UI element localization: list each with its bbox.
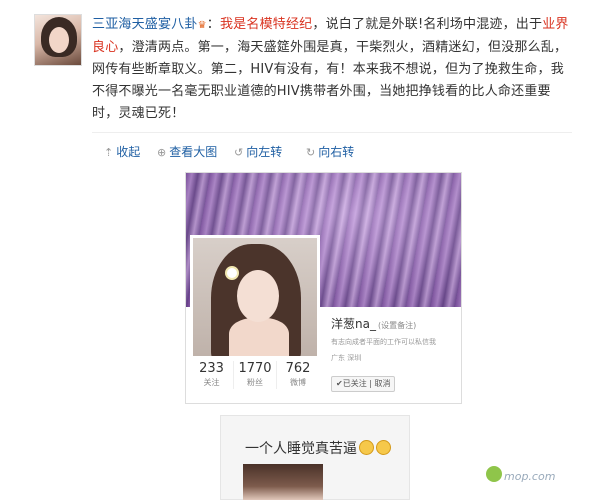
stat-posts-label: 微博 xyxy=(290,378,306,387)
rotate-left-button[interactable]: ↺ 向左转 xyxy=(234,143,282,160)
rotate-left-label: 向左转 xyxy=(246,145,283,159)
rotate-right-button[interactable]: ↻ 向右转 xyxy=(306,143,354,160)
second-post-text: 一个人睡觉真苦逼 xyxy=(245,438,391,458)
profile-name-text: 洋葱na_ xyxy=(331,317,376,331)
profile-card-image[interactable]: 233 关注 1770 粉丝 762 微博 洋葱na_ (设置备注) 有志向成者平… xyxy=(185,172,462,404)
post-highlight-1: 我是名模特经纪 xyxy=(219,17,313,32)
mop-logo-icon xyxy=(486,466,502,482)
watermark: mop.com xyxy=(504,470,556,483)
stat-posts-value: 762 xyxy=(285,361,311,376)
magnify-icon: ⊕ xyxy=(157,146,167,159)
stat-following-label: 关注 xyxy=(203,378,220,387)
crying-emoji-icon xyxy=(359,440,374,455)
stat-followers-label: 粉丝 xyxy=(247,378,263,387)
profile-location: 广东 深圳 xyxy=(331,354,362,362)
post-text: 三亚海天盛宴八卦♛：我是名模特经纪，说白了就是外联!名利场中混迹，出于业界良心，… xyxy=(92,14,572,125)
profile-photo xyxy=(190,235,320,359)
shocked-emoji-icon xyxy=(376,440,391,455)
profile-name: 洋葱na_ (设置备注) xyxy=(331,315,416,332)
stat-following: 233 关注 xyxy=(190,361,233,389)
stat-followers: 1770 粉丝 xyxy=(233,361,276,389)
second-post-caption: 一个人睡觉真苦逼 xyxy=(245,441,357,457)
post-text-1: ，说白了就是外联!名利场中混迹，出于 xyxy=(312,17,543,32)
post-text-2: ，澄清两点。第一，海天盛筵外围是真，干柴烈火，酒精迷幻，但没那么乱，网传有些断章… xyxy=(92,40,568,121)
stat-following-value: 233 xyxy=(199,361,224,376)
profile-remark: (设置备注) xyxy=(377,321,417,330)
avatar-face xyxy=(49,27,69,53)
profile-bio: 有志向成者平面的工作可以私信我 xyxy=(331,338,436,346)
collapse-icon: ⇡ xyxy=(104,146,114,159)
second-post-photo xyxy=(243,464,323,500)
rotate-right-icon: ↻ xyxy=(306,146,316,159)
flower-icon xyxy=(225,266,239,280)
photo-shoulder xyxy=(229,318,289,356)
post-colon: ： xyxy=(206,17,220,32)
divider xyxy=(92,132,572,133)
stat-followers-value: 1770 xyxy=(238,361,272,376)
stat-posts: 762 微博 xyxy=(276,361,319,389)
profile-stats: 233 关注 1770 粉丝 762 微博 xyxy=(190,361,320,401)
follow-button: ✔已关注 | 取消 xyxy=(331,376,396,392)
second-post-image[interactable]: 一个人睡觉真苦逼 xyxy=(220,415,410,500)
rotate-left-icon: ↺ xyxy=(234,146,244,159)
author-avatar[interactable] xyxy=(34,14,82,66)
author-name[interactable]: 三亚海天盛宴八卦 xyxy=(92,17,198,32)
view-large-label: 查看大图 xyxy=(169,145,218,159)
crown-icon: ♛ xyxy=(197,20,207,31)
rotate-right-label: 向右转 xyxy=(318,145,355,159)
collapse-button[interactable]: ⇡ 收起 xyxy=(104,143,140,160)
view-large-button[interactable]: ⊕ 查看大图 xyxy=(157,143,217,160)
collapse-label: 收起 xyxy=(116,145,141,159)
photo-face xyxy=(237,270,279,322)
